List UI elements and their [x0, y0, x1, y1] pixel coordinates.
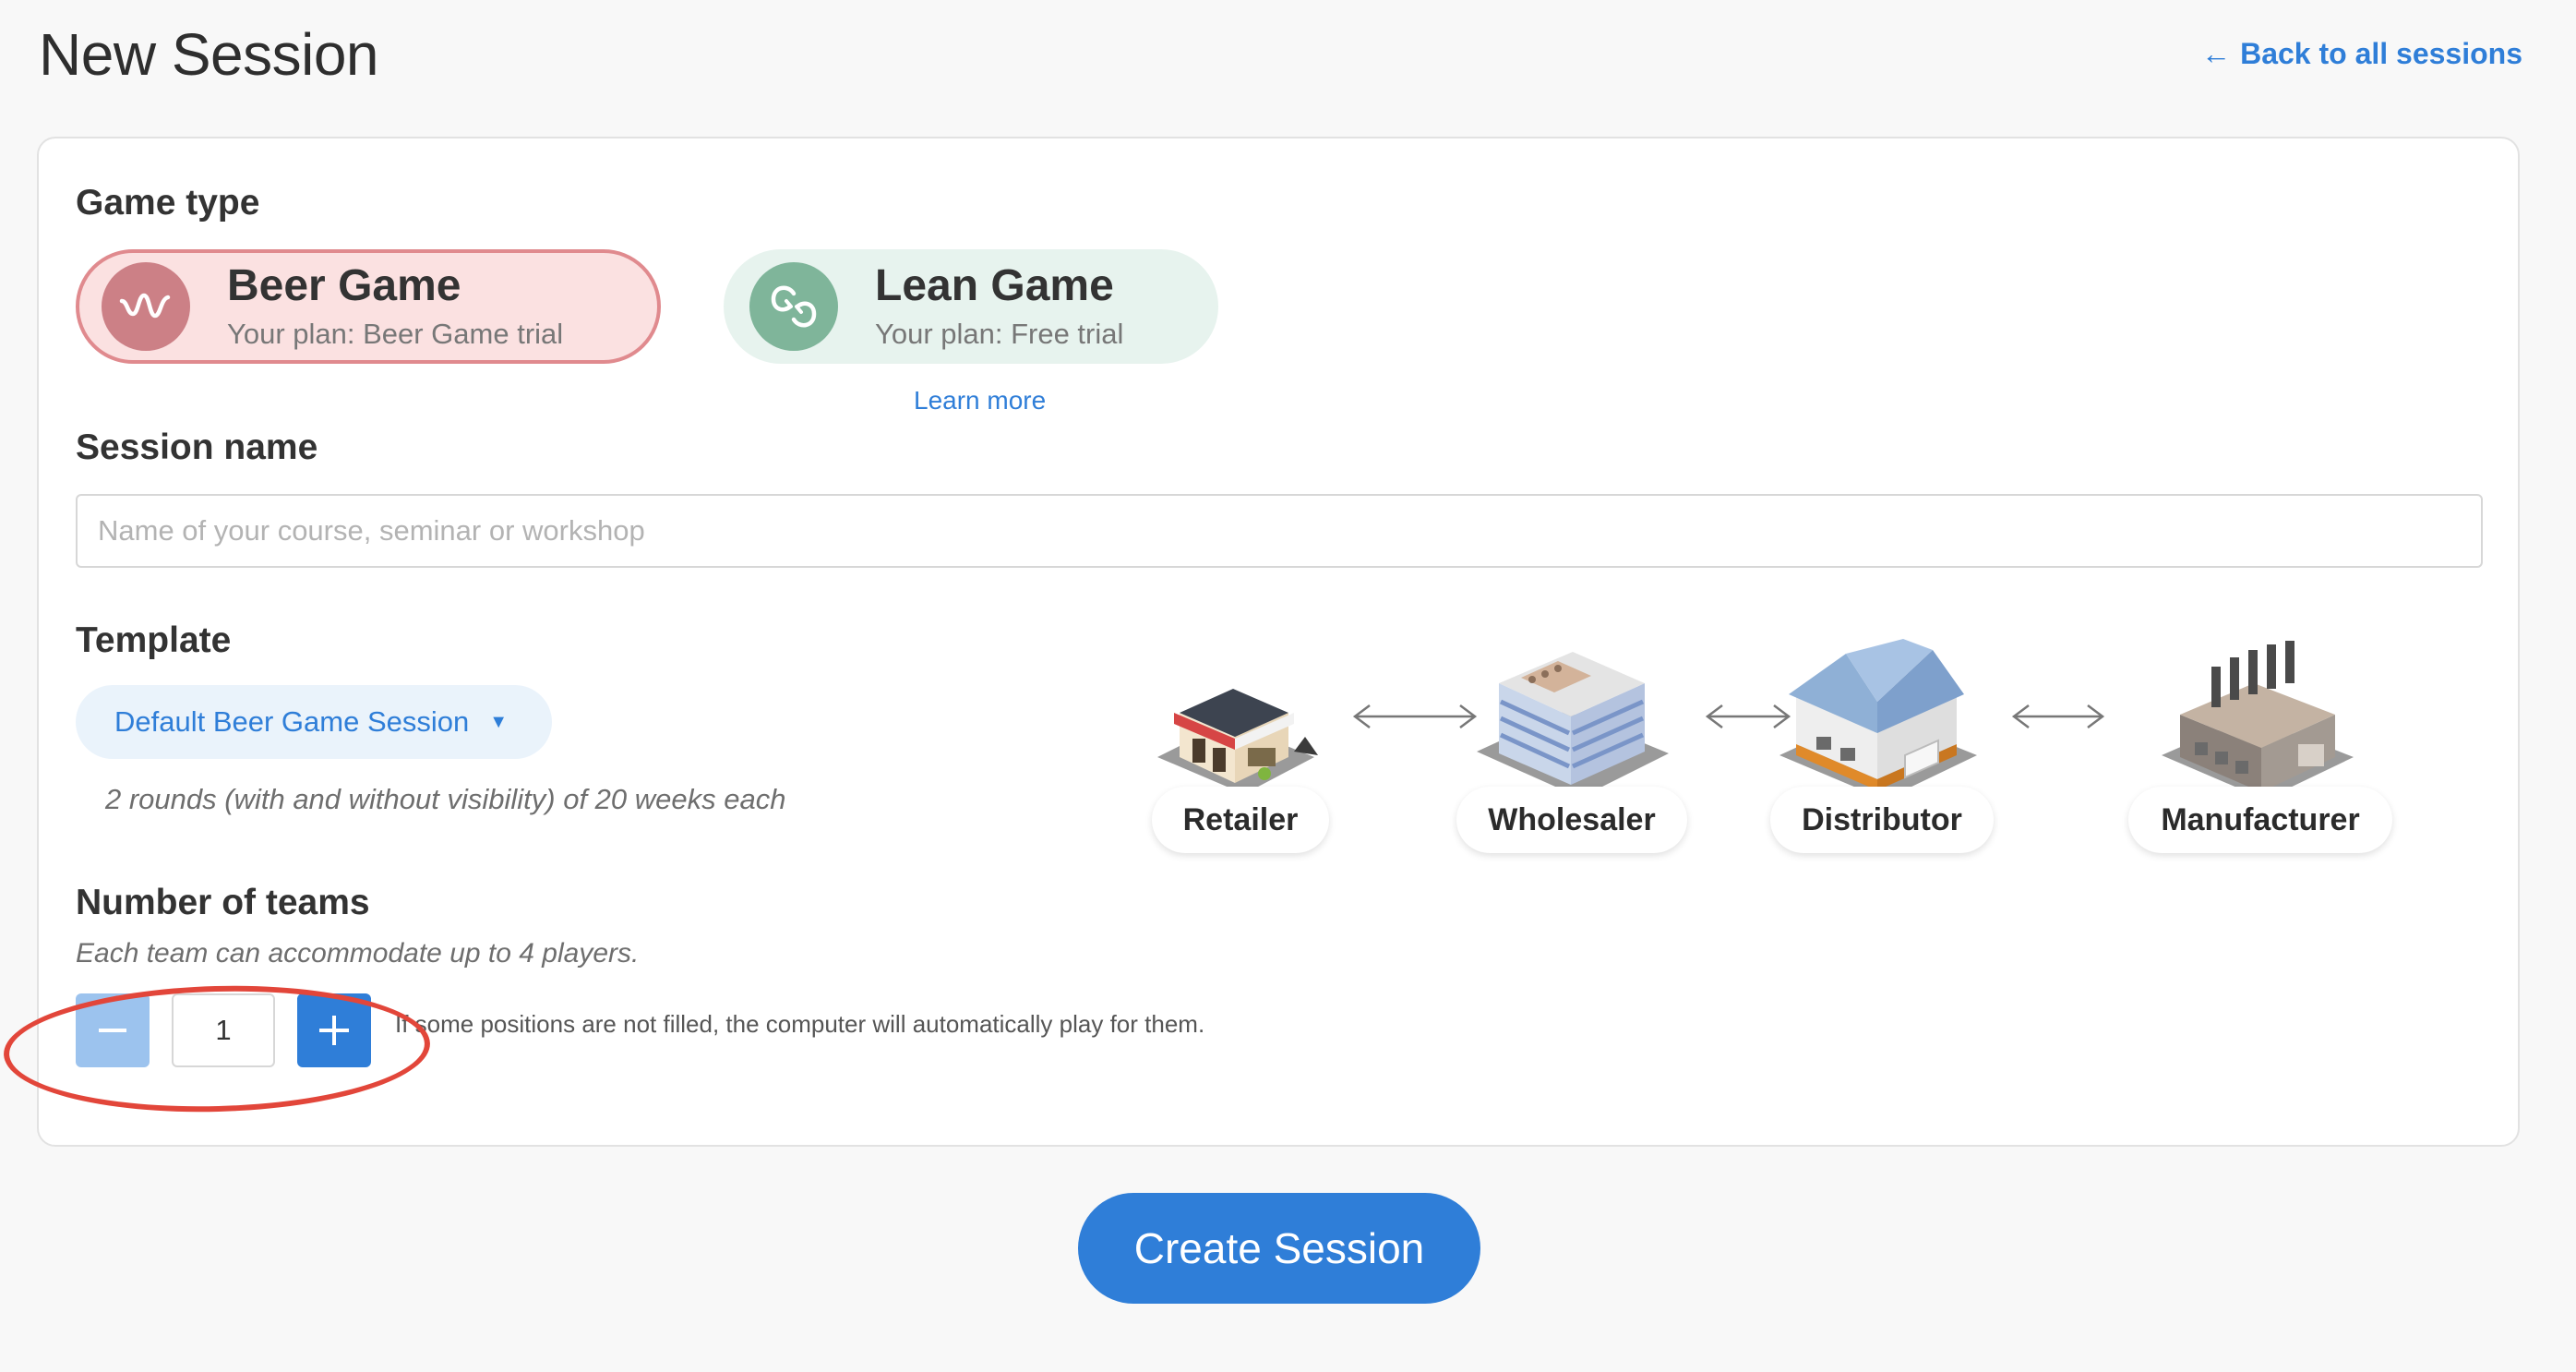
- beer-game-option[interactable]: Beer Game Your plan: Beer Game trial: [76, 249, 661, 364]
- manufacturer-building-icon: [2162, 641, 2354, 800]
- decrease-teams-button[interactable]: [76, 993, 150, 1067]
- distributor-building-icon: [1779, 639, 1977, 800]
- role-label-wholesaler: Wholesaler: [1456, 787, 1687, 853]
- create-session-button[interactable]: Create Session: [1078, 1193, 1480, 1304]
- role-label-distributor: Distributor: [1770, 787, 1994, 853]
- wholesaler-building-icon: [1477, 652, 1669, 798]
- template-selected: Default Beer Game Session: [114, 705, 470, 738]
- retailer-building-icon: [1157, 689, 1318, 794]
- arrow-left-icon: ←: [2201, 37, 2232, 70]
- cycle-arrows-icon: [749, 262, 838, 351]
- teams-note: If some positions are not filled, the co…: [395, 1010, 1205, 1038]
- page-title: New Session: [39, 21, 379, 88]
- teams-subtitle: Each team can accommodate up to 4 player…: [76, 938, 640, 969]
- role-label-retailer: Retailer: [1152, 787, 1329, 853]
- minus-icon: [99, 1029, 126, 1032]
- template-description: 2 rounds (with and without visibility) o…: [105, 783, 786, 815]
- double-arrow-icon: [1705, 704, 1791, 728]
- game-type-label: Game type: [76, 183, 260, 223]
- beer-game-name: Beer Game: [227, 261, 461, 310]
- back-to-sessions-link[interactable]: ← Back to all sessions: [2201, 37, 2522, 71]
- increase-teams-button[interactable]: [297, 993, 371, 1067]
- wave-icon: [102, 262, 190, 351]
- number-of-teams-label: Number of teams: [76, 883, 370, 922]
- teams-count-field[interactable]: 1: [172, 993, 275, 1067]
- caret-down-icon: ▼: [489, 711, 509, 732]
- lean-game-option[interactable]: Lean Game Your plan: Free trial: [724, 249, 1218, 364]
- back-link-label: Back to all sessions: [2240, 37, 2522, 70]
- role-label-manufacturer: Manufacturer: [2128, 787, 2392, 853]
- plus-icon: [319, 1016, 349, 1045]
- session-name-input[interactable]: [76, 494, 2483, 568]
- template-label: Template: [76, 620, 232, 660]
- learn-more-link[interactable]: Learn more: [914, 386, 1046, 415]
- lean-game-plan: Your plan: Free trial: [875, 318, 1124, 350]
- beer-game-plan: Your plan: Beer Game trial: [227, 318, 564, 350]
- session-name-label: Session name: [76, 427, 318, 467]
- lean-game-name: Lean Game: [875, 261, 1114, 310]
- template-dropdown[interactable]: Default Beer Game Session ▼: [76, 685, 552, 759]
- double-arrow-icon: [1352, 704, 1478, 728]
- double-arrow-icon: [2011, 704, 2105, 728]
